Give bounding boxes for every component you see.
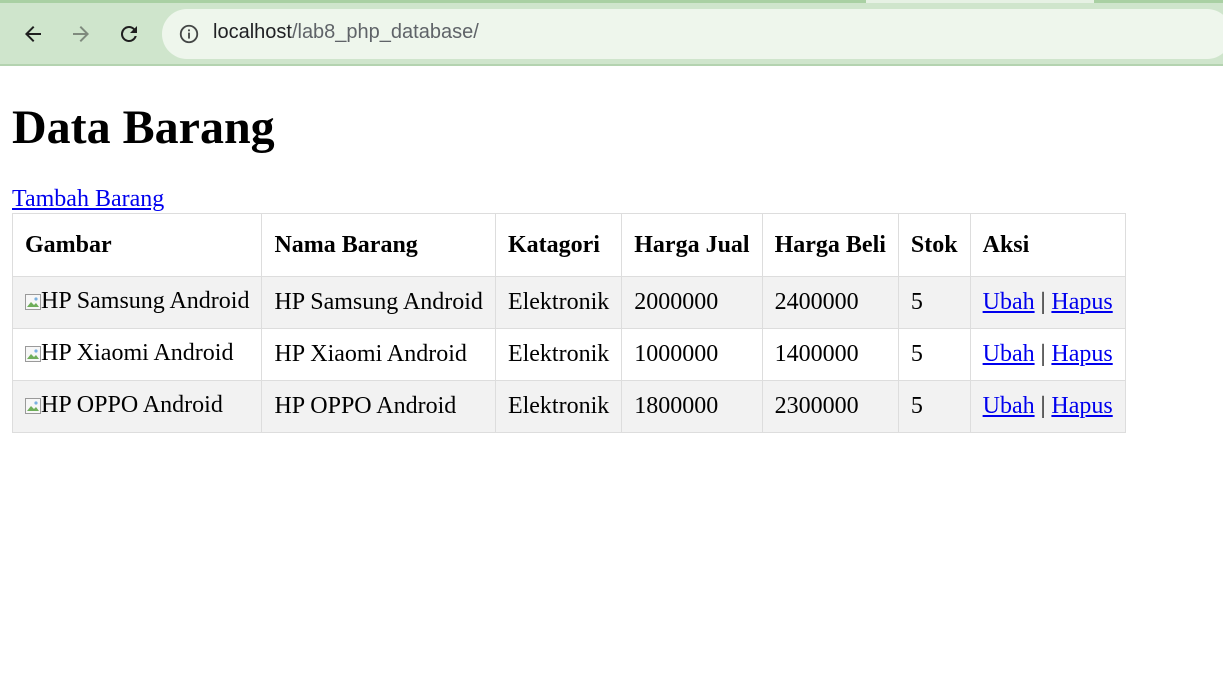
- header-stok: Stok: [897, 213, 971, 277]
- cell-aksi: Ubah | Hapus: [969, 380, 1126, 433]
- cell-harga-beli: 1400000: [761, 328, 899, 381]
- cell-harga-jual: 2000000: [621, 276, 763, 329]
- cell-stok: 5: [897, 276, 971, 329]
- add-item-link[interactable]: Tambah Barang: [12, 186, 164, 212]
- cell-gambar: HP OPPO Android: [11, 380, 263, 433]
- broken-image-icon: [25, 293, 41, 310]
- cell-katagori: Elektronik: [494, 276, 623, 329]
- header-nama-barang: Nama Barang: [261, 213, 496, 277]
- action-separator: |: [1040, 341, 1046, 367]
- reload-icon: [120, 25, 137, 42]
- table-row: HP Samsung Android HP Samsung Android El…: [11, 276, 1126, 329]
- cell-nama-barang: HP Samsung Android: [261, 276, 496, 329]
- header-harga-jual: Harga Jual: [621, 213, 763, 277]
- browser-toolbar: localhost/lab8_php_database/: [0, 0, 1223, 66]
- page-title: Data Barang: [12, 101, 275, 154]
- back-arrow-icon: [25, 26, 41, 42]
- cell-gambar: HP Samsung Android: [11, 276, 263, 329]
- back-button[interactable]: [16, 17, 50, 51]
- cell-gambar: HP Xiaomi Android: [11, 328, 263, 381]
- broken-image-icon: [25, 397, 41, 414]
- cell-nama-barang: HP OPPO Android: [261, 380, 496, 433]
- delete-link[interactable]: Hapus: [1051, 341, 1112, 367]
- address-bar[interactable]: localhost/lab8_php_database/: [162, 9, 1223, 59]
- edit-link[interactable]: Ubah: [983, 341, 1035, 367]
- items-table: Gambar Nama Barang Katagori Harga Jual H…: [11, 213, 1126, 433]
- image-alt-text: HP Samsung Android: [41, 288, 250, 315]
- product-image: HP Samsung Android: [25, 288, 249, 315]
- cell-aksi: Ubah | Hapus: [969, 276, 1126, 329]
- table-row: HP OPPO Android HP OPPO Android Elektron…: [11, 380, 1126, 433]
- cell-harga-beli: 2300000: [761, 380, 899, 433]
- header-katagori: Katagori: [494, 213, 623, 277]
- reload-button[interactable]: [112, 17, 146, 51]
- edit-link[interactable]: Ubah: [983, 289, 1035, 315]
- action-separator: |: [1040, 393, 1046, 419]
- table-header-row: Gambar Nama Barang Katagori Harga Jual H…: [11, 213, 1126, 277]
- header-gambar: Gambar: [11, 213, 263, 277]
- cell-harga-jual: 1000000: [621, 328, 763, 381]
- image-alt-text: HP Xiaomi Android: [41, 340, 234, 367]
- product-image: HP OPPO Android: [25, 392, 223, 419]
- image-alt-text: HP OPPO Android: [41, 392, 223, 419]
- cell-nama-barang: HP Xiaomi Android: [261, 328, 496, 381]
- tab-strip: [0, 0, 1223, 3]
- forward-arrow-icon: [73, 26, 89, 42]
- action-separator: |: [1040, 289, 1046, 315]
- cell-stok: 5: [897, 328, 971, 381]
- tab-edge: [866, 0, 1094, 3]
- cell-katagori: Elektronik: [494, 380, 623, 433]
- delete-link[interactable]: Hapus: [1051, 393, 1112, 419]
- cell-katagori: Elektronik: [494, 328, 623, 381]
- cell-harga-beli: 2400000: [761, 276, 899, 329]
- broken-image-icon: [25, 345, 41, 362]
- header-aksi: Aksi: [969, 213, 1126, 277]
- forward-button[interactable]: [64, 17, 98, 51]
- url-text[interactable]: localhost/lab8_php_database/: [213, 21, 479, 44]
- edit-link[interactable]: Ubah: [983, 393, 1035, 419]
- cell-harga-jual: 1800000: [621, 380, 763, 433]
- header-harga-beli: Harga Beli: [761, 213, 899, 277]
- cell-aksi: Ubah | Hapus: [969, 328, 1126, 381]
- url-path: /lab8_php_database/: [291, 21, 479, 43]
- url-host: localhost: [213, 21, 292, 43]
- info-icon[interactable]: [178, 23, 200, 45]
- table-row: HP Xiaomi Android HP Xiaomi Android Elek…: [11, 328, 1126, 381]
- cell-stok: 5: [897, 380, 971, 433]
- product-image: HP Xiaomi Android: [25, 340, 233, 367]
- delete-link[interactable]: Hapus: [1051, 289, 1112, 315]
